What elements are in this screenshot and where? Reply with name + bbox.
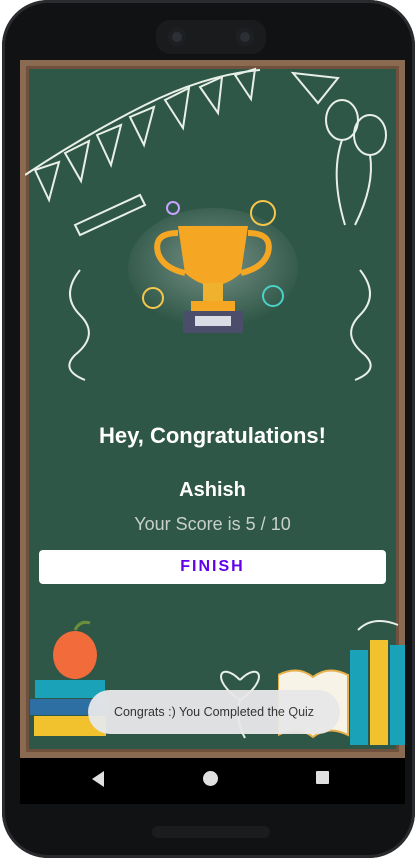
finish-button[interactable]: FINISH [39,550,386,584]
score-text: Your Score is 5 / 10 [134,514,291,534]
balloons-icon [325,99,387,226]
bottom-speaker [152,826,270,838]
squiggle-left-icon [68,269,90,381]
trophy-icon [128,200,298,333]
recents-icon[interactable] [316,771,329,784]
app-screen: Hey, Congratulations! Ashish Your Score … [20,60,405,758]
squiggle-right-icon [350,269,372,381]
system-nav-bar [20,758,405,804]
camera-icon [168,28,186,46]
front-camera-bar [156,20,266,54]
user-name: Ashish [179,479,246,501]
congratulations-title: Hey, Congratulations! [99,423,326,448]
chalkboard-background: Hey, Congratulations! Ashish Your Score … [20,60,405,758]
back-icon[interactable] [92,771,104,787]
home-icon[interactable] [203,771,218,786]
phone-frame: Hey, Congratulations! Ashish Your Score … [2,0,415,858]
toast-message: Congrats :) You Completed the Quiz [88,690,340,734]
books-icon [278,620,405,745]
sensor-icon [236,28,254,46]
